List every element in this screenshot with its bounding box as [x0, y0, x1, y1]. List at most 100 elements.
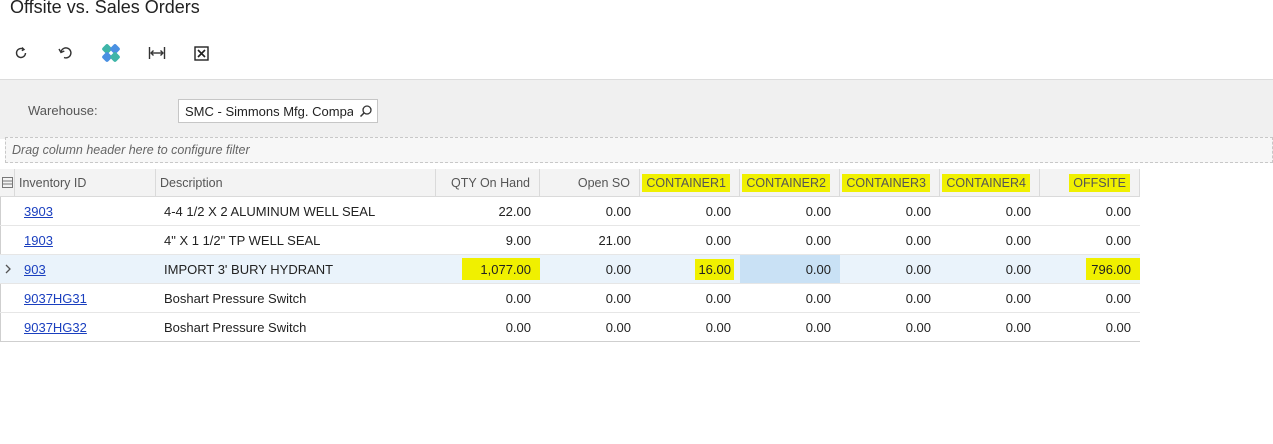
offsite-cell[interactable]: 0.00 — [1040, 197, 1140, 225]
column-header-description[interactable]: Description — [156, 169, 436, 196]
qty-on-hand-cell[interactable]: 0.00 — [436, 284, 540, 312]
inventory-id-cell[interactable]: 903 — [20, 255, 156, 283]
offsite-cell[interactable]: 0.00 — [1040, 284, 1140, 312]
warehouse-label: Warehouse: — [28, 103, 98, 118]
inventory-grid: Inventory ID Description QTY On Hand Ope… — [0, 169, 1140, 342]
container1-cell[interactable]: 16.00 — [640, 255, 740, 283]
inventory-id-cell[interactable]: 1903 — [20, 226, 156, 254]
open-so-cell[interactable]: 0.00 — [540, 197, 640, 225]
inventory-id-link[interactable]: 903 — [20, 262, 46, 277]
row-selector[interactable] — [0, 197, 15, 225]
highlighted-value: 1,077.00 — [462, 258, 540, 280]
description-cell[interactable]: 4" X 1 1/2" TP WELL SEAL — [156, 226, 436, 254]
container2-cell-active[interactable]: 0.00 — [740, 255, 840, 283]
table-row[interactable]: 3903 4-4 1/2 X 2 ALUMINUM WELL SEAL 22.0… — [0, 197, 1140, 226]
offsite-header-label: OFFSITE — [1069, 173, 1130, 192]
container4-cell[interactable]: 0.00 — [940, 197, 1040, 225]
container2-cell[interactable]: 0.00 — [740, 313, 840, 341]
row-selector[interactable] — [0, 284, 15, 312]
container1-cell[interactable]: 0.00 — [640, 226, 740, 254]
undo-button[interactable] — [50, 38, 80, 68]
chevron-right-icon — [5, 264, 11, 274]
offsite-cell[interactable]: 796.00 — [1040, 255, 1140, 283]
container2-cell[interactable]: 0.00 — [740, 197, 840, 225]
group-by-hint: Drag column header here to configure fil… — [12, 143, 250, 157]
filter-panel: Warehouse: — [0, 79, 1273, 139]
table-row[interactable]: 9037HG32 Boshart Pressure Switch 0.00 0.… — [0, 313, 1140, 342]
page-title: Offsite vs. Sales Orders — [10, 0, 200, 17]
row-selector[interactable] — [0, 313, 15, 341]
column-header-container3[interactable]: CONTAINER3 — [840, 169, 940, 196]
grid-bottom-border — [0, 341, 1140, 342]
container3-cell[interactable]: 0.00 — [840, 313, 940, 341]
container4-cell[interactable]: 0.00 — [940, 226, 1040, 254]
open-so-cell[interactable]: 0.00 — [540, 284, 640, 312]
undo-icon — [58, 47, 72, 59]
description-cell[interactable]: IMPORT 3' BURY HYDRANT — [156, 255, 436, 283]
warehouse-selector[interactable] — [178, 99, 378, 123]
container3-cell[interactable]: 0.00 — [840, 284, 940, 312]
search-icon[interactable] — [359, 104, 373, 118]
inventory-id-cell[interactable]: 9037HG32 — [20, 313, 156, 341]
container1-header-label: CONTAINER1 — [642, 173, 730, 192]
group-by-area[interactable]: Drag column header here to configure fil… — [5, 137, 1273, 163]
export-excel-button[interactable] — [186, 38, 216, 68]
inventory-id-link[interactable]: 3903 — [20, 204, 53, 219]
fit-width-icon — [148, 47, 166, 59]
power-bi-button[interactable] — [96, 38, 126, 68]
container1-cell[interactable]: 0.00 — [640, 313, 740, 341]
column-header-container1[interactable]: CONTAINER1 — [640, 169, 740, 196]
open-so-cell[interactable]: 21.00 — [540, 226, 640, 254]
open-so-cell[interactable]: 0.00 — [540, 255, 640, 283]
column-header-offsite[interactable]: OFFSITE — [1040, 169, 1140, 196]
container1-cell[interactable]: 0.00 — [640, 197, 740, 225]
inventory-id-link[interactable]: 9037HG31 — [20, 291, 87, 306]
container3-header-label: CONTAINER3 — [842, 173, 930, 192]
row-selector[interactable] — [0, 255, 15, 283]
inventory-id-link[interactable]: 9037HG32 — [20, 320, 87, 335]
container2-cell[interactable]: 0.00 — [740, 226, 840, 254]
container3-cell[interactable]: 0.00 — [840, 255, 940, 283]
inventory-id-link[interactable]: 1903 — [20, 233, 53, 248]
puzzle-icon — [102, 44, 120, 62]
inventory-id-cell[interactable]: 3903 — [20, 197, 156, 225]
toolbar — [0, 38, 300, 68]
refresh-icon — [15, 47, 27, 59]
container1-cell[interactable]: 0.00 — [640, 284, 740, 312]
column-header-container4[interactable]: CONTAINER4 — [940, 169, 1040, 196]
column-chooser-button[interactable] — [0, 169, 15, 196]
description-cell[interactable]: 4-4 1/2 X 2 ALUMINUM WELL SEAL — [156, 197, 436, 225]
warehouse-input[interactable] — [179, 103, 353, 119]
grid-header-row: Inventory ID Description QTY On Hand Ope… — [0, 169, 1140, 197]
column-header-open-so[interactable]: Open SO — [540, 169, 640, 196]
container3-cell[interactable]: 0.00 — [840, 197, 940, 225]
description-cell[interactable]: Boshart Pressure Switch — [156, 284, 436, 312]
column-header-container2[interactable]: CONTAINER2 — [740, 169, 840, 196]
open-so-cell[interactable]: 0.00 — [540, 313, 640, 341]
container2-cell[interactable]: 0.00 — [740, 284, 840, 312]
offsite-cell[interactable]: 0.00 — [1040, 226, 1140, 254]
container4-cell[interactable]: 0.00 — [940, 284, 1040, 312]
inventory-id-cell[interactable]: 9037HG31 — [20, 284, 156, 312]
refresh-button[interactable] — [6, 38, 36, 68]
description-cell[interactable]: Boshart Pressure Switch — [156, 313, 436, 341]
row-selector[interactable] — [0, 226, 15, 254]
table-row-selected[interactable]: 903 IMPORT 3' BURY HYDRANT 1,077.00 0.00… — [0, 255, 1140, 284]
highlighted-value: 16.00 — [695, 258, 734, 280]
qty-on-hand-cell[interactable]: 22.00 — [436, 197, 540, 225]
qty-on-hand-cell[interactable]: 9.00 — [436, 226, 540, 254]
offsite-cell[interactable]: 0.00 — [1040, 313, 1140, 341]
excel-icon — [193, 45, 209, 61]
column-settings-icon — [1, 177, 13, 188]
fit-columns-button[interactable] — [142, 38, 172, 68]
container4-cell[interactable]: 0.00 — [940, 313, 1040, 341]
qty-on-hand-cell[interactable]: 1,077.00 — [436, 255, 540, 283]
column-header-inventory-id[interactable]: Inventory ID — [15, 169, 156, 196]
container3-cell[interactable]: 0.00 — [840, 226, 940, 254]
qty-on-hand-cell[interactable]: 0.00 — [436, 313, 540, 341]
container4-cell[interactable]: 0.00 — [940, 255, 1040, 283]
column-header-qty-on-hand[interactable]: QTY On Hand — [436, 169, 540, 196]
table-row[interactable]: 1903 4" X 1 1/2" TP WELL SEAL 9.00 21.00… — [0, 226, 1140, 255]
table-row[interactable]: 9037HG31 Boshart Pressure Switch 0.00 0.… — [0, 284, 1140, 313]
container2-header-label: CONTAINER2 — [742, 173, 830, 192]
